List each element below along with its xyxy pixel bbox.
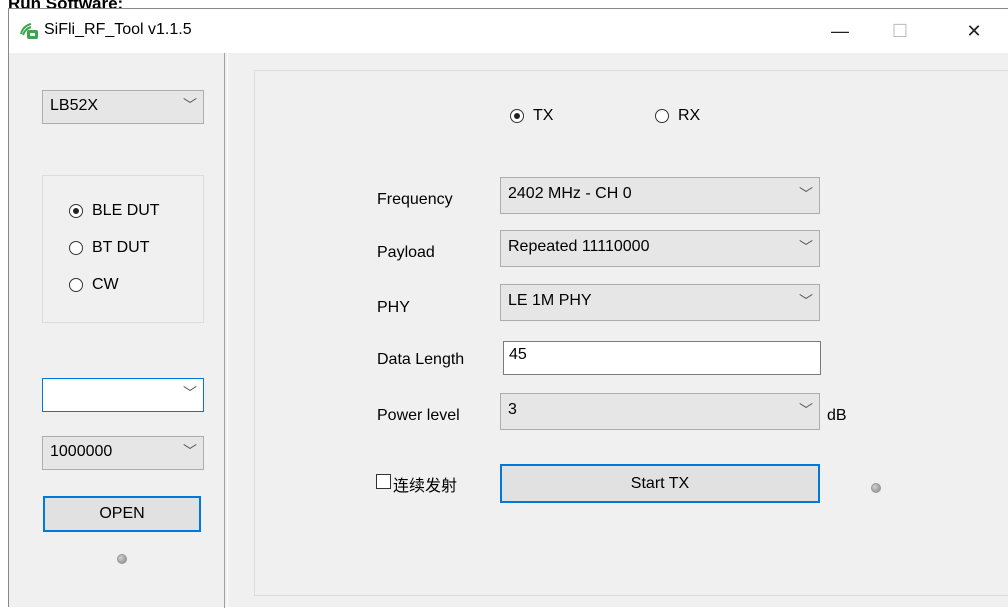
radio-indicator xyxy=(69,278,83,292)
frequency-select[interactable]: 2402 MHz - CH 0 ﹀ xyxy=(500,177,820,214)
payload-value: Repeated 11110000 xyxy=(508,238,650,255)
frequency-label: Frequency xyxy=(377,191,453,208)
chevron-down-icon: ﹀ xyxy=(183,385,197,401)
baud-select[interactable]: 1000000 ﹀ xyxy=(42,436,204,470)
chevron-down-icon: ﹀ xyxy=(799,239,813,255)
panel-divider[interactable] xyxy=(224,53,228,608)
continuous-checkbox[interactable] xyxy=(376,474,391,489)
data-length-label: Data Length xyxy=(377,351,465,368)
open-button[interactable]: OPEN xyxy=(43,496,201,532)
phy-value: LE 1M PHY xyxy=(508,292,592,309)
maximize-button[interactable]: ☐ xyxy=(877,9,923,53)
chevron-down-icon: ﹀ xyxy=(799,186,813,202)
mode-groupbox: BLE DUT BT DUT CW xyxy=(42,175,204,323)
radio-indicator xyxy=(510,109,524,123)
minimize-button[interactable]: — xyxy=(817,9,863,53)
radio-label: BLE DUT xyxy=(92,202,160,219)
radio-bt-dut[interactable]: BT DUT xyxy=(69,239,149,257)
title-bar[interactable]: SiFli_RF_Tool v1.1.5 — ☐ ✕ xyxy=(9,9,1008,53)
radio-label: CW xyxy=(92,276,119,293)
sifli-app-icon xyxy=(20,23,38,39)
power-level-value: 3 xyxy=(508,401,517,418)
chevron-down-icon: ﹀ xyxy=(799,293,813,309)
radio-indicator xyxy=(69,204,83,218)
app-window: SiFli_RF_Tool v1.1.5 — ☐ ✕ LB52X ﹀ BLE D… xyxy=(8,8,1008,608)
phy-select[interactable]: LE 1M PHY ﹀ xyxy=(500,284,820,321)
baud-select-value: 1000000 xyxy=(50,443,113,460)
phy-label: PHY xyxy=(377,299,410,316)
start-tx-button[interactable]: Start TX xyxy=(500,464,820,503)
chevron-down-icon: ﹀ xyxy=(799,402,813,418)
chevron-down-icon: ﹀ xyxy=(183,443,197,459)
radio-indicator xyxy=(69,241,83,255)
tx-rx-panel: TX RX Frequency 2402 MHz - CH 0 ﹀ Payloa… xyxy=(254,70,1008,596)
connection-status-led xyxy=(117,554,127,564)
close-button[interactable]: ✕ xyxy=(951,9,997,53)
tx-status-led xyxy=(871,483,881,493)
chip-select-value: LB52X xyxy=(50,97,99,114)
radio-indicator xyxy=(655,109,669,123)
payload-select[interactable]: Repeated 11110000 ﹀ xyxy=(500,230,820,267)
window-title: SiFli_RF_Tool v1.1.5 xyxy=(44,21,192,38)
radio-label: TX xyxy=(533,107,554,124)
power-unit-label: dB xyxy=(827,407,847,424)
radio-label: RX xyxy=(678,107,701,124)
radio-label: BT DUT xyxy=(92,239,150,256)
payload-label: Payload xyxy=(377,244,435,261)
radio-cw[interactable]: CW xyxy=(69,276,119,294)
power-level-label: Power level xyxy=(377,407,460,424)
port-select[interactable]: ﹀ xyxy=(42,378,204,412)
radio-ble-dut[interactable]: BLE DUT xyxy=(69,202,160,220)
frequency-value: 2402 MHz - CH 0 xyxy=(508,185,632,202)
data-length-input[interactable]: 45 xyxy=(503,341,821,375)
radio-tx[interactable]: TX xyxy=(510,107,553,125)
chip-select[interactable]: LB52X ﹀ xyxy=(42,90,204,124)
continuous-label: 连续发射 xyxy=(393,478,458,495)
power-level-select[interactable]: 3 ﹀ xyxy=(500,393,820,430)
chevron-down-icon: ﹀ xyxy=(183,97,197,113)
radio-rx[interactable]: RX xyxy=(655,107,700,125)
